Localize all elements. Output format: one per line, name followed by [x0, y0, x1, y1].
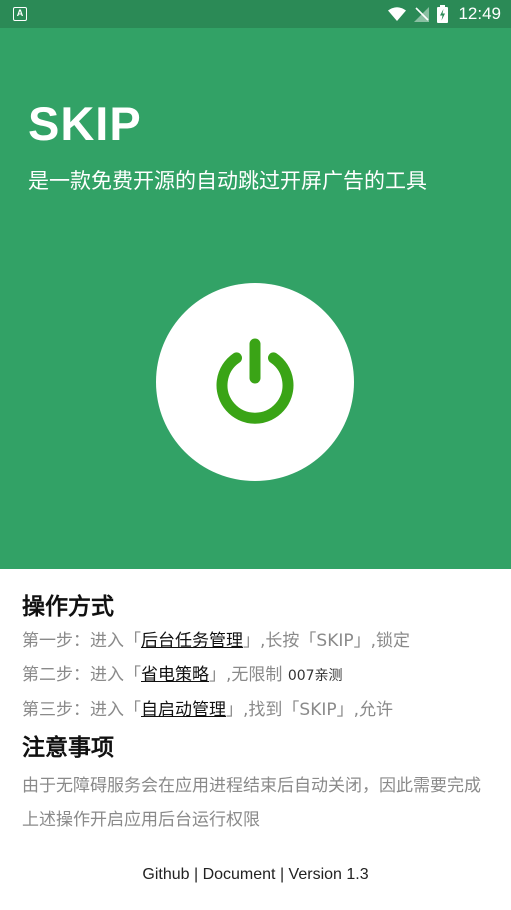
instructions-panel: 操作方式 第一步：进入「后台任务管理」,长按「SKIP」,锁定 第二步：进入「省…	[22, 590, 492, 837]
autostart-manager-link[interactable]: 自启动管理	[141, 700, 226, 720]
notification-app-icon: A	[13, 7, 27, 21]
step-2-note: 007亲测	[287, 668, 343, 684]
footer-separator: |	[189, 866, 203, 883]
app-subtitle: 是一款免费开源的自动跳过开屏广告的工具	[28, 169, 427, 193]
step-1-suffix: 」,长按「SKIP」,锁定	[243, 631, 411, 651]
status-time: 12:49	[458, 4, 501, 23]
notes-section-title: 注意事项	[22, 735, 114, 761]
footer: Github | Document | Version 1.3	[0, 866, 511, 884]
status-bar: A 12:49	[0, 0, 511, 28]
step-2-suffix: 」,无限制	[209, 665, 288, 685]
usage-section-title: 操作方式	[22, 594, 114, 620]
background-task-manager-link[interactable]: 后台任务管理	[141, 631, 243, 651]
step-3-suffix: 」,找到「SKIP」,允许	[226, 700, 394, 720]
battery-charging-icon	[437, 5, 449, 23]
step-1: 第一步：进入「后台任务管理」,长按「SKIP」,锁定	[22, 624, 492, 658]
wifi-icon	[388, 7, 407, 21]
step-3: 第三步：进入「自启动管理」,找到「SKIP」,允许	[22, 693, 492, 727]
signal-off-icon	[414, 6, 430, 22]
power-toggle-button[interactable]	[156, 283, 354, 481]
notes-text: 由于无障碍服务会在应用进程结束后自动关闭，因此需要完成上述操作开启应用后台运行权…	[22, 776, 481, 830]
footer-separator: |	[275, 866, 289, 883]
power-icon	[216, 338, 294, 424]
status-icons: 12:49	[388, 0, 501, 28]
step-1-prefix: 第一步：进入「	[22, 631, 141, 651]
version-label: Version 1.3	[288, 866, 369, 883]
step-3-prefix: 第三步：进入「	[22, 700, 141, 720]
hero-banner: SKIP 是一款免费开源的自动跳过开屏广告的工具	[0, 28, 511, 569]
power-saving-policy-link[interactable]: 省电策略	[141, 665, 209, 685]
step-2-prefix: 第二步：进入「	[22, 665, 141, 685]
app-title: SKIP	[28, 97, 142, 150]
github-link[interactable]: Github	[142, 866, 189, 883]
document-link[interactable]: Document	[203, 866, 276, 883]
step-2: 第二步：进入「省电策略」,无限制 007亲测	[22, 658, 492, 693]
